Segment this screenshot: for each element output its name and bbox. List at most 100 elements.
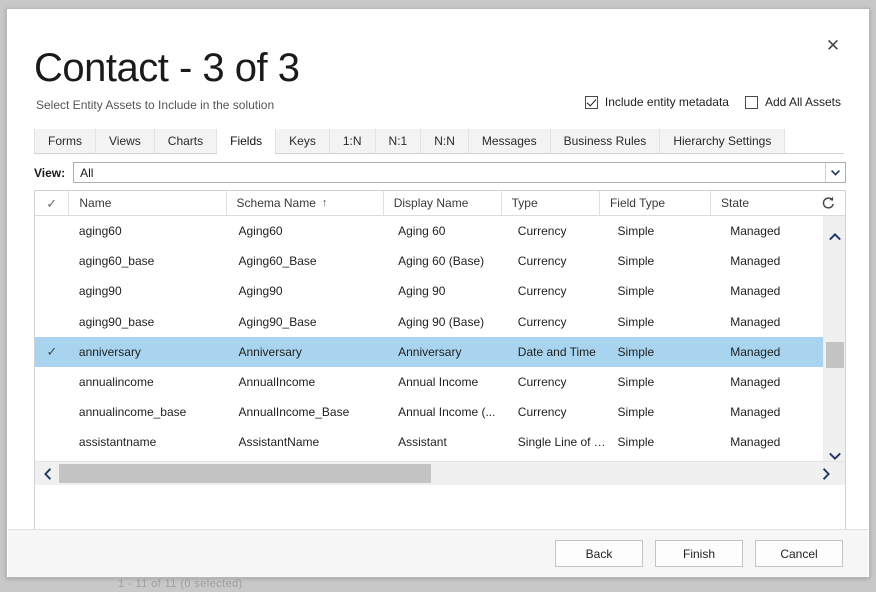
- cell-type: Currency: [508, 405, 608, 419]
- cell-display-name: Assistant: [388, 435, 508, 449]
- cell-field-type: Simple: [608, 315, 721, 329]
- grid-rows: aging60 Aging60 Aging 60 Currency Simple…: [35, 216, 823, 485]
- cell-schema-name: AnnualIncome_Base: [229, 405, 389, 419]
- row-checkbox[interactable]: ✓: [35, 344, 69, 360]
- column-header-field-type[interactable]: Field Type: [599, 191, 710, 215]
- view-select[interactable]: All: [73, 162, 846, 183]
- cell-display-name: Aging 90: [388, 284, 508, 298]
- checkbox-checked-icon[interactable]: [585, 96, 598, 109]
- horizontal-scrollbar[interactable]: [35, 461, 845, 485]
- background-status-text: 1 - 11 of 11 (0 selected): [118, 578, 243, 590]
- cell-display-name: Aging 90 (Base): [388, 315, 508, 329]
- page-title: Contact - 3 of 3: [34, 47, 299, 89]
- cell-name: assistantname: [69, 435, 229, 449]
- finish-button[interactable]: Finish: [655, 540, 743, 567]
- cell-schema-name: AssistantName: [229, 435, 389, 449]
- vertical-scrollbar[interactable]: [823, 216, 845, 485]
- cell-field-type: Simple: [608, 435, 721, 449]
- select-all-checkbox[interactable]: ✓: [35, 191, 68, 215]
- cell-display-name: Annual Income: [388, 375, 508, 389]
- table-row-selected[interactable]: ✓ anniversary Anniversary Anniversary Da…: [35, 337, 823, 367]
- view-label: View:: [34, 166, 65, 180]
- cell-state: Managed: [720, 284, 823, 298]
- dialog-footer: Back Finish Cancel: [8, 529, 868, 577]
- cell-type: Date and Time: [508, 345, 608, 359]
- tab-charts[interactable]: Charts: [155, 129, 217, 153]
- column-header-state[interactable]: State: [710, 191, 811, 215]
- close-icon[interactable]: ✕: [819, 31, 847, 59]
- cell-display-name: Annual Income (...: [388, 405, 508, 419]
- refresh-button[interactable]: [811, 191, 845, 215]
- vertical-scrollbar-thumb[interactable]: [826, 342, 844, 368]
- cell-type: Currency: [508, 254, 608, 268]
- tab-views[interactable]: Views: [96, 129, 155, 153]
- checkbox-label: Include entity metadata: [605, 95, 729, 109]
- back-button[interactable]: Back: [555, 540, 643, 567]
- sort-ascending-icon: ↑: [322, 197, 328, 209]
- cell-type: Currency: [508, 375, 608, 389]
- fields-grid: ✓ Name Schema Name ↑ Display Name Type F…: [34, 190, 846, 538]
- chevron-down-icon[interactable]: [825, 163, 845, 182]
- grid-header-row: ✓ Name Schema Name ↑ Display Name Type F…: [35, 191, 845, 216]
- grid-body: aging60 Aging60 Aging 60 Currency Simple…: [35, 216, 845, 485]
- table-row[interactable]: aging90_base Aging90_Base Aging 90 (Base…: [35, 307, 823, 337]
- view-filter-row: View: All: [34, 162, 846, 183]
- tab-many-to-one[interactable]: N:1: [376, 129, 422, 153]
- column-header-label: Name: [79, 196, 111, 210]
- tab-fields[interactable]: Fields: [217, 129, 276, 153]
- cell-field-type: Simple: [608, 345, 721, 359]
- tab-business-rules[interactable]: Business Rules: [551, 129, 661, 153]
- cell-state: Managed: [720, 345, 823, 359]
- scroll-left-icon[interactable]: [37, 462, 59, 485]
- column-header-schema-name[interactable]: Schema Name ↑: [226, 191, 383, 215]
- cell-state: Managed: [720, 435, 823, 449]
- column-header-name[interactable]: Name: [68, 191, 225, 215]
- scroll-right-icon[interactable]: [815, 462, 837, 485]
- cell-type: Currency: [508, 284, 608, 298]
- cell-state: Managed: [720, 375, 823, 389]
- checkbox-include-entity-metadata[interactable]: Include entity metadata: [585, 95, 729, 109]
- cell-display-name: Aging 60: [388, 224, 508, 238]
- entity-assets-dialog: ✕ Contact - 3 of 3 Select Entity Assets …: [6, 8, 870, 578]
- table-row[interactable]: aging90 Aging90 Aging 90 Currency Simple…: [35, 276, 823, 306]
- view-select-value: All: [74, 166, 93, 180]
- checkbox-unchecked-icon[interactable]: [745, 96, 758, 109]
- column-header-label: State: [721, 196, 749, 210]
- column-header-display-name[interactable]: Display Name: [383, 191, 501, 215]
- checkbox-add-all-assets[interactable]: Add All Assets: [745, 95, 841, 109]
- table-row[interactable]: annualincome AnnualIncome Annual Income …: [35, 367, 823, 397]
- cell-field-type: Simple: [608, 284, 721, 298]
- checkbox-label: Add All Assets: [765, 95, 841, 109]
- table-row[interactable]: assistantname AssistantName Assistant Si…: [35, 427, 823, 457]
- cell-name: aging90: [69, 284, 229, 298]
- cell-type: Currency: [508, 224, 608, 238]
- cell-display-name: Aging 60 (Base): [388, 254, 508, 268]
- tab-keys[interactable]: Keys: [276, 129, 330, 153]
- tab-many-to-many[interactable]: N:N: [421, 129, 469, 153]
- column-header-label: Field Type: [610, 196, 665, 210]
- horizontal-scrollbar-thumb[interactable]: [59, 464, 431, 483]
- column-header-type[interactable]: Type: [501, 191, 599, 215]
- options-group: Include entity metadata Add All Assets: [585, 95, 841, 109]
- tab-one-to-many[interactable]: 1:N: [330, 129, 376, 153]
- cell-name: annualincome: [69, 375, 229, 389]
- cell-schema-name: Anniversary: [229, 345, 389, 359]
- cell-field-type: Simple: [608, 224, 721, 238]
- tab-hierarchy-settings[interactable]: Hierarchy Settings: [660, 129, 785, 153]
- tab-messages[interactable]: Messages: [469, 129, 551, 153]
- cell-schema-name: Aging90: [229, 284, 389, 298]
- table-row[interactable]: aging60_base Aging60_Base Aging 60 (Base…: [35, 246, 823, 276]
- cell-name: anniversary: [69, 345, 229, 359]
- row-check-icon: ✓: [47, 344, 58, 360]
- refresh-icon: [821, 196, 835, 210]
- cell-schema-name: Aging60: [229, 224, 389, 238]
- tab-forms[interactable]: Forms: [34, 129, 96, 153]
- table-row[interactable]: annualincome_base AnnualIncome_Base Annu…: [35, 397, 823, 427]
- cancel-button[interactable]: Cancel: [755, 540, 843, 567]
- column-header-label: Type: [512, 196, 538, 210]
- cell-schema-name: Aging60_Base: [229, 254, 389, 268]
- cell-field-type: Simple: [608, 375, 721, 389]
- cell-state: Managed: [720, 315, 823, 329]
- table-row[interactable]: aging60 Aging60 Aging 60 Currency Simple…: [35, 216, 823, 246]
- scroll-up-icon[interactable]: [824, 226, 845, 248]
